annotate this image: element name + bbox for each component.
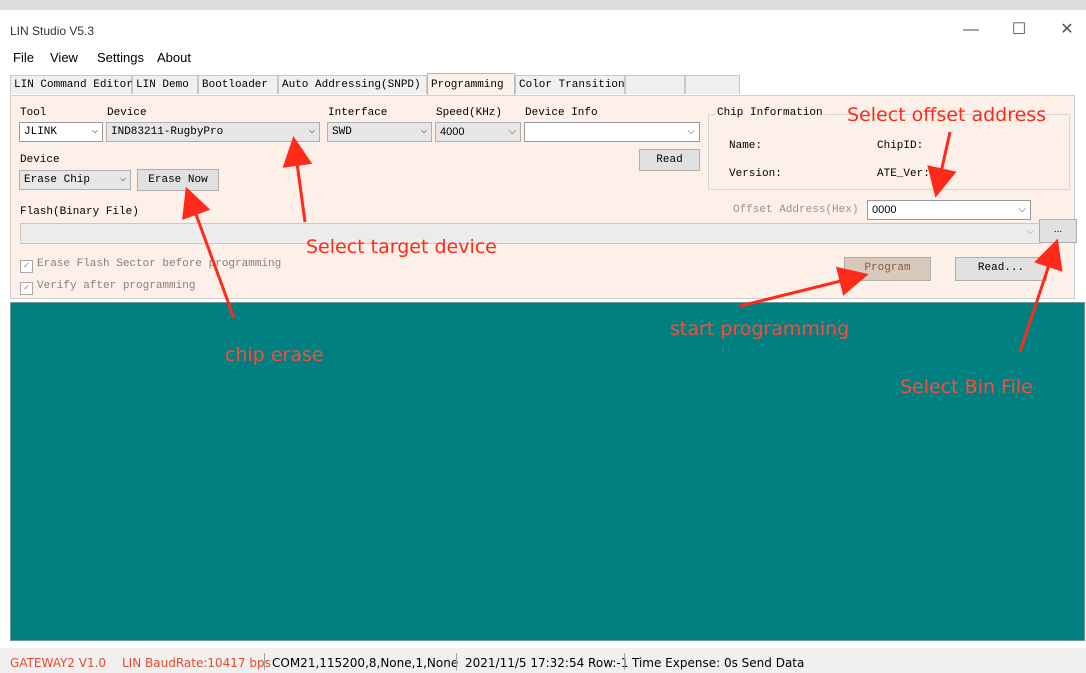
menu-bar: File View Settings About — [0, 48, 1086, 70]
status-divider — [624, 653, 625, 670]
checkmark-icon: ✓ — [20, 282, 33, 295]
offset-address-select[interactable]: 0000 ⌵ — [867, 200, 1031, 220]
flash-file-label: Flash(Binary File) — [20, 206, 139, 218]
erase-device-label: Device — [20, 154, 60, 166]
tab-empty — [685, 75, 740, 94]
device-label: Device — [107, 107, 147, 119]
tab-auto-addressing[interactable]: Auto Addressing(SNPD) — [278, 75, 427, 94]
chip-name-label: Name: — [729, 140, 763, 152]
time-row-status: 2021/11/5 17:32:54 Row:-1 — [465, 656, 629, 670]
minimize-button[interactable]: — — [948, 16, 994, 44]
interface-label: Interface — [328, 107, 388, 119]
tab-lin-command-editor[interactable]: LIN Command Editor — [10, 75, 133, 94]
device-info-label: Device Info — [525, 107, 598, 119]
annotation-offset: Select offset address — [847, 104, 1047, 126]
erase-mode-value: Erase Chip — [24, 174, 91, 186]
verify-label: Verify after programming — [37, 280, 196, 292]
speed-label: Speed(KHz) — [436, 107, 503, 119]
maximize-button[interactable]: ☐ — [996, 16, 1042, 44]
tab-lin-demo[interactable]: LIN Demo — [132, 75, 198, 94]
annotation-start: start programming — [670, 318, 850, 340]
erase-mode-select[interactable]: Erase Chip ⌵ — [19, 170, 131, 190]
log-output-area[interactable] — [10, 302, 1085, 641]
browse-bin-file-button[interactable]: ... — [1039, 219, 1077, 243]
menu-settings[interactable]: Settings — [97, 50, 144, 65]
speed-value: 4000 — [440, 126, 465, 138]
ate-version-label: ATE_Ver: — [877, 168, 930, 180]
annotation-bin: Select Bin File — [900, 376, 1033, 398]
tool-label: Tool — [20, 107, 47, 119]
device-value: IND83211-RugbyPro — [111, 126, 224, 138]
annotation-chip-erase: chip erase — [225, 344, 324, 366]
menu-file[interactable]: File — [13, 50, 34, 65]
tab-bootloader[interactable]: Bootloader — [198, 75, 278, 94]
status-bar: GATEWAY2 V1.0 LIN BaudRate:10417 bps COM… — [0, 648, 1086, 673]
interface-select[interactable]: SWD ⌵ — [327, 122, 432, 142]
menu-view[interactable]: View — [50, 50, 78, 65]
speed-select[interactable]: 4000 ⌵ — [435, 122, 521, 142]
annotation-device: Select target device — [306, 236, 497, 258]
device-select[interactable]: IND83211-RugbyPro ⌵ — [106, 122, 320, 142]
tool-value: JLINK — [24, 126, 58, 138]
close-button[interactable]: ✕ — [1044, 16, 1086, 44]
port-status: COM21,115200,8,None,1,None — [272, 656, 459, 670]
chevron-down-icon: ⌵ — [687, 126, 695, 137]
offset-address-label: Offset Address(Hex) — [733, 204, 859, 216]
checkmark-icon: ✓ — [20, 260, 33, 273]
status-divider — [456, 653, 457, 670]
tool-select[interactable]: JLINK ⌵ — [19, 122, 103, 142]
read-button[interactable]: Read — [639, 149, 700, 171]
chevron-down-icon: ⌵ — [508, 126, 516, 137]
tab-strip: LIN Command Editor LIN Demo Bootloader A… — [10, 73, 740, 95]
chevron-down-icon: ⌵ — [1026, 226, 1034, 237]
read-file-button[interactable]: Read... — [955, 257, 1047, 281]
tab-color-transition[interactable]: Color Transition — [515, 75, 625, 94]
baud-rate-status: LIN BaudRate:10417 bps — [122, 656, 271, 670]
flash-file-path-input[interactable]: ⌵ — [20, 223, 1041, 244]
device-info-select[interactable]: ⌵ — [524, 122, 700, 142]
chevron-down-icon: ⌵ — [420, 126, 427, 137]
verify-checkbox[interactable]: ✓ Verify after programming — [20, 280, 195, 295]
chevron-down-icon: ⌵ — [91, 126, 98, 137]
window-title: LIN Studio V5.3 — [10, 24, 95, 38]
top-border — [0, 0, 1086, 10]
chevron-down-icon: ⌵ — [308, 126, 315, 137]
tab-empty — [625, 75, 685, 94]
erase-sector-checkbox[interactable]: ✓ Erase Flash Sector before programming — [20, 258, 281, 273]
gateway-status: GATEWAY2 V1.0 — [10, 656, 107, 670]
program-button[interactable]: Program — [844, 257, 931, 281]
chip-information-title: Chip Information — [715, 107, 825, 119]
chevron-down-icon: ⌵ — [119, 174, 126, 185]
chevron-down-icon: ⌵ — [1018, 204, 1026, 215]
erase-sector-label: Erase Flash Sector before programming — [37, 258, 282, 270]
title-bar: LIN Studio V5.3 — ☐ ✕ — [0, 0, 1086, 44]
menu-about[interactable]: About — [157, 50, 191, 65]
interface-value: SWD — [332, 126, 352, 138]
chip-id-label: ChipID: — [877, 140, 924, 152]
tab-programming[interactable]: Programming — [427, 73, 515, 95]
status-divider — [264, 653, 265, 670]
chip-version-label: Version: — [729, 168, 782, 180]
erase-now-button[interactable]: Erase Now — [137, 169, 219, 191]
time-expense-status: Time Expense: 0s Send Data — [632, 656, 805, 670]
offset-address-value: 0000 — [872, 204, 897, 216]
